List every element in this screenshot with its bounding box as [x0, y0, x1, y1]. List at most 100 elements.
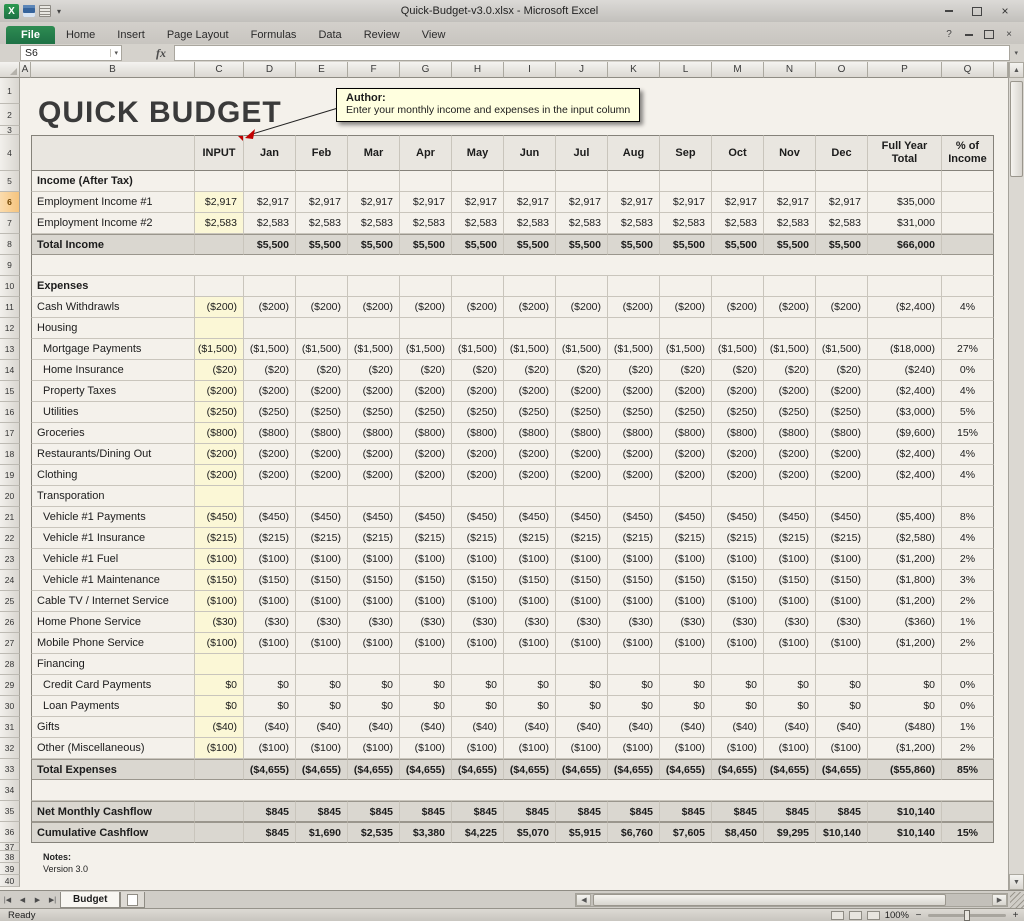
month-cell[interactable]: ($200) [764, 297, 816, 318]
month-cell[interactable]: ($200) [244, 381, 296, 402]
month-cell[interactable]: ($100) [608, 549, 660, 570]
tab-nav-prev-icon[interactable]: ◀ [15, 893, 30, 907]
tab-nav-next-icon[interactable]: ▶ [30, 893, 45, 907]
month-cell[interactable] [608, 171, 660, 192]
month-cell[interactable]: $0 [504, 675, 556, 696]
month-cell[interactable] [244, 171, 296, 192]
pct-cell[interactable]: 5% [942, 402, 994, 423]
month-cell[interactable]: ($100) [452, 549, 504, 570]
month-cell[interactable]: ($215) [400, 528, 452, 549]
month-cell[interactable]: ($100) [452, 633, 504, 654]
month-cell[interactable]: ($4,655) [348, 759, 400, 780]
pct-cell[interactable] [942, 486, 994, 507]
tab-nav-first-icon[interactable]: |◀ [0, 893, 15, 907]
month-cell[interactable]: ($4,655) [764, 759, 816, 780]
month-cell[interactable] [608, 486, 660, 507]
month-cell[interactable] [556, 276, 608, 297]
month-cell[interactable] [296, 654, 348, 675]
input-cell-26[interactable]: ($30) [195, 612, 244, 633]
month-cell[interactable]: $0 [504, 696, 556, 717]
month-cell[interactable]: ($100) [244, 591, 296, 612]
month-cell[interactable]: ($250) [660, 402, 712, 423]
month-cell[interactable] [400, 654, 452, 675]
input-cell-31[interactable]: ($40) [195, 717, 244, 738]
month-cell[interactable]: ($4,655) [816, 759, 868, 780]
vertical-scrollbar-thumb[interactable] [1010, 81, 1023, 177]
row-label-28[interactable]: Financing [31, 654, 195, 675]
row-label-18[interactable]: Restaurants/Dining Out [31, 444, 195, 465]
year-total-cell[interactable]: $31,000 [868, 213, 942, 234]
pct-cell[interactable] [942, 213, 994, 234]
month-cell[interactable] [400, 276, 452, 297]
month-cell[interactable] [504, 276, 556, 297]
month-cell[interactable]: ($200) [712, 465, 764, 486]
month-cell[interactable]: ($200) [556, 297, 608, 318]
month-cell[interactable]: ($450) [452, 507, 504, 528]
month-cell[interactable]: ($215) [296, 528, 348, 549]
month-cell[interactable] [244, 654, 296, 675]
pct-cell[interactable]: 85% [942, 759, 994, 780]
month-cell[interactable]: ($150) [764, 570, 816, 591]
month-cell[interactable]: $5,500 [712, 234, 764, 255]
month-cell[interactable]: $2,583 [660, 213, 712, 234]
month-cell[interactable]: ($100) [348, 738, 400, 759]
month-cell[interactable]: ($450) [348, 507, 400, 528]
ribbon-tab-data[interactable]: Data [307, 25, 352, 44]
empty-table-row[interactable] [31, 780, 994, 801]
month-cell[interactable]: ($100) [764, 738, 816, 759]
pct-cell[interactable] [942, 318, 994, 339]
row-header-22[interactable]: 22 [0, 528, 20, 549]
input-cell-25[interactable]: ($100) [195, 591, 244, 612]
month-cell[interactable]: ($800) [400, 423, 452, 444]
month-cell[interactable]: $2,917 [452, 192, 504, 213]
month-cell[interactable]: ($150) [504, 570, 556, 591]
month-cell[interactable] [452, 276, 504, 297]
row-header-3[interactable]: 3 [0, 126, 20, 135]
month-cell[interactable]: $5,500 [764, 234, 816, 255]
month-cell[interactable] [816, 276, 868, 297]
month-cell[interactable]: ($100) [296, 591, 348, 612]
row-header-27[interactable]: 27 [0, 633, 20, 654]
month-cell[interactable]: ($100) [348, 591, 400, 612]
month-cell[interactable]: ($200) [608, 297, 660, 318]
month-header-sep[interactable]: Sep [660, 135, 712, 171]
year-total-cell[interactable]: $0 [868, 675, 942, 696]
month-cell[interactable]: ($40) [556, 717, 608, 738]
month-cell[interactable]: ($100) [764, 633, 816, 654]
month-cell[interactable]: ($100) [712, 549, 764, 570]
row-header-2[interactable]: 2 [0, 104, 20, 126]
month-cell[interactable]: $0 [452, 696, 504, 717]
month-cell[interactable]: ($30) [452, 612, 504, 633]
month-cell[interactable] [452, 171, 504, 192]
month-cell[interactable]: ($250) [244, 402, 296, 423]
month-cell[interactable] [764, 486, 816, 507]
month-cell[interactable]: ($100) [400, 549, 452, 570]
input-cell-7[interactable]: $2,583 [195, 213, 244, 234]
column-header-M[interactable]: M [712, 62, 764, 78]
month-cell[interactable]: ($215) [348, 528, 400, 549]
month-cell[interactable]: ($250) [712, 402, 764, 423]
input-cell-17[interactable]: ($800) [195, 423, 244, 444]
month-cell[interactable] [816, 486, 868, 507]
month-cell[interactable]: ($20) [348, 360, 400, 381]
month-cell[interactable]: $2,583 [608, 213, 660, 234]
month-cell[interactable]: ($200) [504, 465, 556, 486]
month-cell[interactable]: ($30) [660, 612, 712, 633]
month-cell[interactable]: ($30) [764, 612, 816, 633]
month-cell[interactable]: ($100) [764, 549, 816, 570]
row-header-25[interactable]: 25 [0, 591, 20, 612]
row-header-17[interactable]: 17 [0, 423, 20, 444]
undo-icon[interactable] [39, 5, 51, 17]
row-label-36[interactable]: Cumulative Cashflow [31, 822, 195, 843]
row-header-12[interactable]: 12 [0, 318, 20, 339]
month-cell[interactable]: ($1,500) [504, 339, 556, 360]
pct-cell[interactable]: 4% [942, 444, 994, 465]
month-cell[interactable]: ($200) [712, 297, 764, 318]
sheet-tab-budget[interactable]: Budget [60, 892, 120, 908]
month-cell[interactable]: ($200) [452, 297, 504, 318]
input-cell-15[interactable]: ($200) [195, 381, 244, 402]
month-cell[interactable] [348, 318, 400, 339]
month-cell[interactable]: ($215) [504, 528, 556, 549]
column-header-B[interactable]: B [31, 62, 195, 78]
month-cell[interactable]: ($800) [608, 423, 660, 444]
